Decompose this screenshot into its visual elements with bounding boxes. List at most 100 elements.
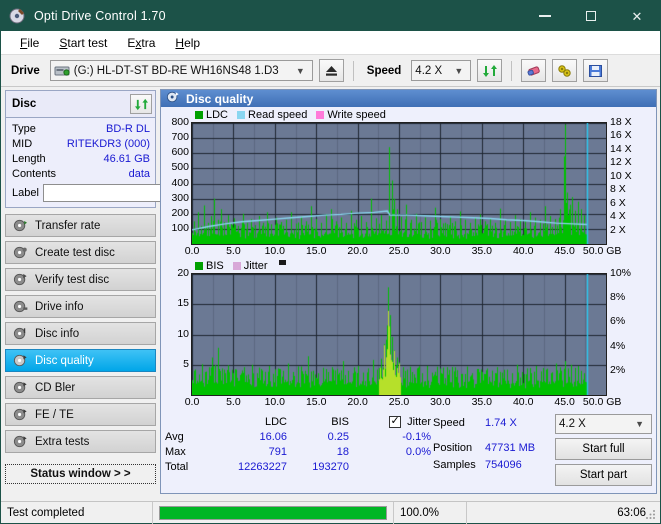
disc-mid-label: MID — [12, 137, 33, 150]
axis-tick-label: 40.0 — [512, 245, 534, 257]
axis-tick-label: 12 X — [610, 156, 632, 169]
axis-tick-label: 0.0 — [184, 245, 200, 257]
run-info: Speed Position Samples 1.74 X 47731 MB 7… — [433, 414, 652, 486]
start-full-button[interactable]: Start full — [555, 438, 652, 460]
tools-button[interactable] — [552, 59, 578, 82]
disc-refresh-button[interactable] — [130, 94, 152, 114]
sidebar-item-transfer-rate[interactable]: Transfer rate — [5, 214, 156, 237]
sidebar-item-extra-tests[interactable]: Extra tests — [5, 430, 156, 453]
sidebar-item-drive-info[interactable]: Drive info — [5, 295, 156, 318]
stats-row-total: Total 12263227 193270 — [165, 459, 433, 474]
stats-row-avg: Avg 16.06 0.25 -0.1% — [165, 429, 433, 444]
stats-col-ldc: LDC — [264, 415, 287, 428]
stats-max-bis: 18 — [336, 445, 349, 458]
cd-bler-icon — [13, 381, 28, 394]
legend-bis: BIS — [195, 260, 224, 272]
drive-info-icon — [13, 300, 28, 313]
axis-tick-label: 5 — [183, 357, 189, 370]
axis-tick-label: 10.0 — [264, 245, 286, 257]
disc-test-icon — [13, 219, 28, 232]
axis-tick-label: 6% — [610, 315, 626, 328]
disc-type-value: BD-R DL — [105, 122, 150, 135]
sidebar-item-disc-quality[interactable]: Disc quality — [5, 349, 156, 372]
legend-read-speed: Read speed — [237, 109, 307, 121]
save-button[interactable] — [583, 59, 609, 82]
menu-item-start-test[interactable]: Start test — [49, 33, 117, 53]
bis-chart-x-axis: 0.0 5.0 10.0 15.0 20.0 25.0 30.0 35.0 40.0 45.0 50… — [161, 396, 656, 409]
check-icon: ✓ — [390, 415, 400, 427]
disc-row-mid: MID RITEKDR3 (000) — [12, 136, 150, 151]
left-panel: Disc Type BD-R DL MID RITEKDR3 (000) Len… — [1, 87, 247, 494]
chevron-down-icon: ▼ — [454, 65, 464, 76]
resize-grip[interactable] — [645, 508, 657, 520]
disc-info-rows: Type BD-R DL MID RITEKDR3 (000) Length 4… — [6, 118, 247, 207]
disc-mid-value: RITEKDR3 (000) — [66, 137, 150, 150]
title-bar: Opti Drive Control 1.70 ✕ — [1, 1, 660, 31]
axis-tick-label: 100 — [171, 221, 189, 234]
close-button[interactable]: ✕ — [614, 1, 660, 31]
disc-label-caption: Label — [12, 187, 39, 199]
stats-area: LDC BIS ✓ Jitter Avg 16.06 0.25 -0.1% Ma… — [161, 409, 656, 486]
test-speed-select[interactable]: 4.2 X ▼ — [555, 414, 652, 434]
maximize-button[interactable] — [568, 1, 614, 31]
stats-total-bis: 193270 — [312, 460, 349, 473]
eject-icon — [325, 66, 337, 76]
axis-tick-label: 20.0 — [347, 396, 368, 408]
ldc-chart-y-axis-left: 800 700 600 500 400 300 200 100 — [161, 116, 191, 243]
menu-item-extra[interactable]: Extra — [117, 33, 165, 53]
app-window: Opti Drive Control 1.70 ✕ File Start tes… — [0, 0, 661, 524]
eject-button[interactable] — [318, 59, 344, 82]
sidebar-item-create-test-disc[interactable]: Create test disc — [5, 241, 156, 264]
stats-total-ldc: 12263227 — [238, 460, 287, 473]
erase-button[interactable] — [521, 59, 547, 82]
position-value: 47731 MB — [485, 441, 536, 454]
refresh-button[interactable] — [477, 59, 503, 82]
stats-row-max: Max 791 18 0.0% — [165, 444, 433, 459]
legend-swatch-ldc — [195, 111, 203, 119]
position-caption: Position — [433, 441, 473, 454]
stats-max-jitter: 0.0% — [405, 445, 431, 458]
elapsed-time: 63:06 — [617, 506, 646, 519]
speed-caption: Speed — [433, 416, 465, 429]
bis-chart-wrap: 20 15 10 5 10% 8% 6% 4% 2% — [161, 267, 656, 396]
disc-panel: Disc Type BD-R DL MID RITEKDR3 (000) Len… — [5, 90, 247, 208]
samples-caption: Samples — [433, 458, 476, 471]
legend-ldc: LDC — [195, 109, 228, 121]
axis-tick-label: 18 X — [610, 116, 632, 128]
legend-label-write-speed: Write speed — [327, 109, 386, 121]
progress-bar — [159, 505, 387, 520]
axis-tick-label: 400 — [171, 176, 189, 189]
sidebar-item-fe-te[interactable]: FE / TE — [5, 403, 156, 426]
speed-select[interactable]: 4.2 X ▼ — [411, 60, 472, 81]
axis-tick-label: 20.0 — [347, 245, 368, 257]
legend-label-ldc: LDC — [206, 109, 229, 121]
bis-chart-y-axis-left: 20 15 10 5 — [161, 267, 191, 394]
jitter-checkbox[interactable]: ✓ — [389, 415, 402, 428]
sidebar-label: Disc info — [35, 327, 80, 340]
sidebar-label: Transfer rate — [35, 219, 101, 232]
menu-item-help[interactable]: Help — [165, 33, 210, 53]
sidebar-item-cd-bler[interactable]: CD Bler — [5, 376, 156, 399]
app-disc-icon — [9, 7, 27, 25]
axis-tick-label: 15 — [177, 297, 189, 310]
start-part-button[interactable]: Start part — [555, 464, 652, 486]
axis-tick-label: 10 X — [610, 169, 632, 182]
disc-label-row: Label — [12, 183, 247, 203]
sidebar-item-disc-info[interactable]: Disc info — [5, 322, 156, 345]
status-bar: Test completed 100.0% 63:06 — [1, 501, 660, 524]
test-speed-value: 4.2 X — [559, 418, 586, 430]
drive-select[interactable]: (G:) HL-DT-ST BD-RE WH16NS48 1.D3 ▼ — [49, 60, 313, 81]
bis-plot[interactable] — [191, 273, 607, 396]
disc-row-contents: Contents data — [12, 166, 150, 181]
sidebar-label: Disc quality — [35, 354, 94, 367]
disc-burn-icon — [13, 246, 28, 259]
extra-tests-icon — [13, 435, 28, 448]
axis-tick-label: 35.0 — [471, 245, 493, 257]
sidebar-item-verify-test-disc[interactable]: Verify test disc — [5, 268, 156, 291]
menu-item-file[interactable]: File — [10, 33, 49, 53]
drive-label: Drive — [11, 64, 40, 77]
ldc-plot[interactable] — [191, 122, 607, 245]
minimize-button[interactable] — [522, 1, 568, 31]
status-window-button[interactable]: Status window > > — [5, 464, 156, 484]
axis-tick-label: 30.0 — [430, 396, 451, 408]
